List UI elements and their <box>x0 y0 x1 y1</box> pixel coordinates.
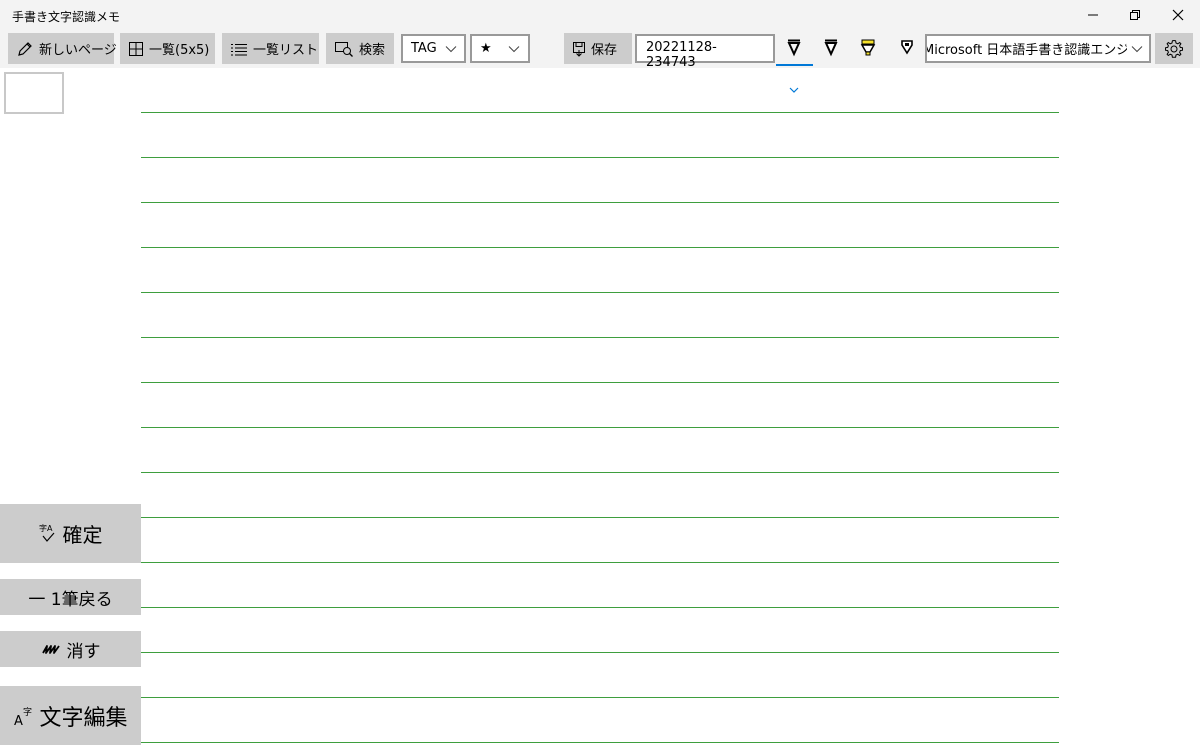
search-button[interactable]: 検索 <box>326 33 394 64</box>
window-title: 手書き文字認識メモ <box>12 10 121 24</box>
ruled-line <box>141 247 1059 248</box>
ruled-line <box>141 607 1059 608</box>
close-icon <box>1172 9 1184 21</box>
pen-black-2-button[interactable] <box>813 38 849 60</box>
recognizer-value: Microsoft 日本語手書き認識エンジン <box>925 43 1143 58</box>
ruled-line <box>141 562 1059 563</box>
star-combo-value: ★ <box>480 41 492 56</box>
page-thumbnail[interactable] <box>4 72 64 114</box>
settings-button[interactable] <box>1155 33 1193 64</box>
chevron-down-icon <box>445 45 457 53</box>
recognizer-select[interactable]: Microsoft 日本語手書き認識エンジン <box>925 34 1151 63</box>
filename-field[interactable]: 20221128-234743 <box>635 34 775 70</box>
chevron-down-icon <box>508 45 520 53</box>
ruled-line <box>141 517 1059 518</box>
ruled-line <box>141 742 1059 743</box>
new-page-button[interactable]: 新しいページ <box>8 33 117 64</box>
tag-combo-value: TAG <box>411 41 437 56</box>
svg-text:字A: 字A <box>39 523 53 533</box>
pen-icon <box>787 39 801 57</box>
ruled-line <box>141 427 1059 428</box>
pencil-pen-button[interactable] <box>889 38 925 60</box>
ruled-line <box>141 382 1059 383</box>
ruled-line <box>141 157 1059 158</box>
pen-black-1-button[interactable] <box>776 38 812 60</box>
ruled-line <box>141 697 1059 698</box>
grid-view-button[interactable]: 一覧(5x5) <box>120 33 215 64</box>
svg-text:A: A <box>14 714 23 727</box>
ruled-line <box>141 337 1059 338</box>
pen-icon <box>824 39 838 57</box>
scribble-icon <box>41 642 63 656</box>
save-icon <box>572 41 586 57</box>
undo-stroke-button[interactable]: 一 1筆戻る <box>0 579 141 615</box>
tag-combo[interactable]: TAG <box>401 34 466 63</box>
chevron-down-icon <box>1127 42 1143 57</box>
ruled-line <box>141 292 1059 293</box>
text-edit-label: 文字編集 <box>39 705 128 731</box>
close-button[interactable] <box>1156 0 1200 30</box>
list-icon <box>230 42 248 56</box>
text-edit-button[interactable]: A字 文字編集 <box>0 686 141 745</box>
restore-icon <box>1130 10 1140 20</box>
new-page-label: 新しいページ <box>39 43 117 58</box>
erase-button[interactable]: 消す <box>0 631 141 667</box>
pencil-tip-icon <box>901 40 913 55</box>
title-bar: 手書き文字認識メモ <box>0 0 1200 30</box>
save-label: 保存 <box>591 43 618 58</box>
list-view-label: 一覧リスト <box>253 43 319 58</box>
erase-label: 消す <box>66 641 101 662</box>
confirm-button[interactable]: 字A 確定 <box>0 504 141 563</box>
undo-stroke-label: 一 1筆戻る <box>28 589 113 610</box>
ruled-line <box>141 652 1059 653</box>
minimize-icon <box>1088 14 1098 16</box>
highlighter-icon <box>860 39 876 56</box>
restore-button[interactable] <box>1113 0 1157 30</box>
ruled-line <box>141 472 1059 473</box>
selected-pen-indicator <box>776 64 813 66</box>
search-label: 検索 <box>359 43 386 58</box>
list-view-button[interactable]: 一覧リスト <box>222 33 319 64</box>
search-icon <box>334 40 354 58</box>
writing-canvas[interactable] <box>141 72 1059 756</box>
text-edit-icon: A字 <box>13 705 35 727</box>
confirm-label: 確定 <box>62 523 103 547</box>
ruled-line <box>141 202 1059 203</box>
text-check-icon: 字A <box>39 523 59 545</box>
star-combo[interactable]: ★ <box>470 34 530 63</box>
grid-icon <box>128 41 144 57</box>
minimize-button[interactable] <box>1071 0 1115 30</box>
grid-view-label: 一覧(5x5) <box>149 43 210 58</box>
svg-text:字: 字 <box>23 706 32 718</box>
ruled-line <box>141 112 1059 113</box>
highlighter-button[interactable] <box>850 38 886 60</box>
gear-icon <box>1165 39 1183 58</box>
pencil-icon <box>16 40 34 58</box>
toolbar: 新しいページ 一覧(5x5) 一覧リスト 検索 TAG ★ 保存 2022112… <box>0 30 1200 93</box>
save-button[interactable]: 保存 <box>564 33 632 64</box>
